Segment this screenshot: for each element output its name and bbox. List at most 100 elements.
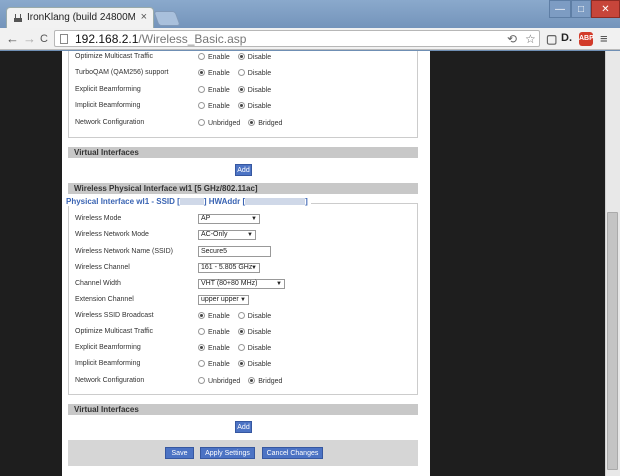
network-config-radio-group: Unbridged Bridged: [198, 119, 288, 127]
radio-option[interactable]: Enable: [198, 328, 230, 336]
save-button[interactable]: Save: [165, 447, 194, 459]
radio-button[interactable]: [198, 53, 205, 60]
chevron-down-icon: ▼: [251, 216, 257, 222]
cancel-changes-button[interactable]: Cancel Changes: [262, 447, 323, 459]
row-label: Channel Width: [75, 280, 121, 287]
tab-title: IronKlang (build 24800M): [27, 12, 135, 23]
radio-button[interactable]: [237, 86, 245, 93]
row-label: Optimize Multicast Traffic: [75, 53, 154, 60]
legend-suffix: ]: [305, 197, 308, 206]
radio-option[interactable]: Disable: [237, 312, 271, 320]
url-host: 192.168.2.1: [75, 32, 139, 46]
row-label: Wireless Network Mode: [75, 231, 149, 238]
window-titlebar: IronKlang (build 24800M) × — □ ✕: [0, 0, 620, 28]
row-label: Wireless Channel: [75, 264, 130, 271]
network-mode-select[interactable]: AC-Only ▼: [198, 230, 256, 240]
radio-option[interactable]: Enable: [198, 102, 230, 110]
radio-button[interactable]: [198, 344, 205, 351]
row-label: Implicit Beamforming: [75, 360, 141, 367]
new-tab-button[interactable]: [153, 11, 181, 26]
radio-label: Unbridged: [208, 378, 241, 385]
select-value: 161 - 5.805 GHz: [201, 264, 253, 271]
ssid-legend: Physical Interface wl1 - SSID [] HWAddr …: [66, 197, 311, 206]
radio-option[interactable]: Disable: [237, 86, 271, 94]
radio-option[interactable]: Unbridged: [198, 377, 240, 385]
page-action-icon[interactable]: ▢: [546, 32, 557, 46]
wireless-channel-select[interactable]: 161 - 5.805 GHz ▼: [198, 263, 260, 273]
radio-button[interactable]: [198, 328, 205, 335]
ssid-input[interactable]: Secure5: [198, 246, 271, 257]
menu-icon[interactable]: ≡: [600, 31, 608, 46]
close-window-button[interactable]: ✕: [591, 0, 620, 18]
radio-button[interactable]: [237, 69, 245, 76]
radio-button[interactable]: [237, 312, 245, 319]
forward-icon[interactable]: →: [23, 31, 36, 47]
radio-button[interactable]: [198, 69, 205, 76]
chevron-down-icon: ▼: [247, 232, 253, 238]
radio-button[interactable]: [237, 328, 245, 335]
add-virtual-interface-button[interactable]: Add: [235, 421, 252, 433]
radio-label: Disable: [247, 345, 272, 352]
virtual-interfaces-header: Virtual Interfaces: [68, 404, 418, 415]
radio-label: Enable: [208, 329, 230, 336]
radio-button[interactable]: [237, 360, 245, 367]
radio-button[interactable]: [198, 360, 205, 367]
radio-option[interactable]: Disable: [237, 328, 272, 336]
back-icon[interactable]: ←: [6, 31, 19, 47]
radio-button[interactable]: [237, 53, 245, 60]
radio-label: Unbridged: [208, 120, 241, 127]
radio-button[interactable]: [198, 119, 205, 126]
translate-icon[interactable]: ⟲: [507, 32, 517, 46]
bookmark-star-icon[interactable]: ☆: [525, 32, 536, 46]
apply-settings-button[interactable]: Apply Settings: [200, 447, 255, 459]
radio-option[interactable]: Unbridged: [198, 119, 240, 127]
adblock-icon[interactable]: ABP: [579, 32, 594, 46]
radio-button[interactable]: [237, 102, 245, 109]
extension-d-icon[interactable]: D.: [561, 32, 572, 44]
radio-button[interactable]: [248, 377, 256, 384]
radio-button[interactable]: [198, 86, 205, 93]
tab-close-icon[interactable]: ×: [141, 11, 147, 23]
radio-option[interactable]: Disable: [237, 69, 271, 77]
implicit-beamforming-radio-group: Enable Disable: [198, 102, 277, 110]
add-virtual-interface-button[interactable]: Add: [235, 164, 252, 176]
address-bar[interactable]: 192.168.2.1/Wireless_Basic.asp ⟲ ☆: [54, 30, 540, 47]
browser-toolbar: ← → C 192.168.2.1/Wireless_Basic.asp ⟲ ☆…: [0, 28, 620, 50]
radio-label: Enable: [208, 313, 230, 320]
select-value: AP: [201, 215, 211, 222]
radio-label: Enable: [208, 54, 230, 61]
radio-option[interactable]: Enable: [198, 344, 230, 352]
row-label: Network Configuration: [75, 377, 145, 384]
radio-option[interactable]: Enable: [198, 312, 230, 320]
radio-button[interactable]: [198, 312, 205, 319]
radio-option[interactable]: Enable: [198, 86, 230, 94]
extension-channel-select[interactable]: upper upper ▼: [198, 295, 249, 305]
radio-option[interactable]: Disable: [237, 53, 271, 61]
radio-option[interactable]: Disable: [237, 344, 272, 352]
radio-button[interactable]: [248, 119, 256, 126]
reload-icon[interactable]: C: [40, 31, 48, 47]
radio-option[interactable]: Disable: [237, 360, 271, 368]
radio-button[interactable]: [237, 344, 245, 351]
redacted-ssid: [179, 198, 204, 206]
radio-label: Bridged: [258, 120, 283, 127]
browser-tab[interactable]: IronKlang (build 24800M) ×: [6, 7, 154, 28]
radio-option[interactable]: Enable: [198, 53, 230, 61]
channel-width-select[interactable]: VHT (80+80 MHz) ▼: [198, 279, 285, 289]
radio-button[interactable]: [198, 377, 205, 384]
radio-button[interactable]: [198, 102, 205, 109]
scrollbar-thumb[interactable]: [607, 212, 618, 470]
row-label: Network Configuration: [75, 119, 145, 126]
radio-option[interactable]: Disable: [237, 102, 271, 110]
radio-option[interactable]: Bridged: [248, 119, 282, 127]
row-label: Extension Channel: [75, 296, 134, 303]
radio-option[interactable]: Bridged: [248, 377, 282, 385]
ssid-broadcast-radio-group: Enable Disable: [198, 312, 277, 320]
radio-option[interactable]: Enable: [198, 360, 230, 368]
wireless-mode-select[interactable]: AP ▼: [198, 214, 260, 224]
maximize-button[interactable]: □: [571, 0, 591, 18]
minimize-button[interactable]: —: [549, 0, 571, 18]
radio-option[interactable]: Enable: [198, 69, 230, 77]
radio-label: Disable: [247, 329, 272, 336]
row-label: TurboQAM (QAM256) support: [75, 69, 169, 76]
